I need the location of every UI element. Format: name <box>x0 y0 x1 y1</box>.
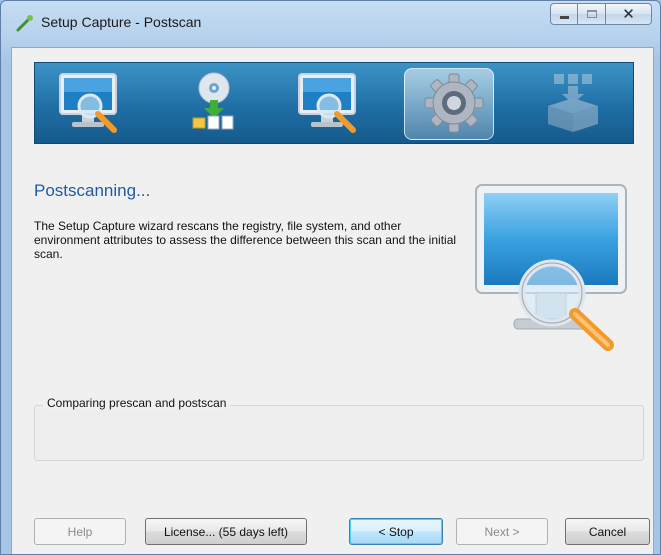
disc-install-icon <box>192 72 234 130</box>
setup-capture-window: Setup Capture - Postscan ✕ Postscanning.… <box>0 0 661 555</box>
close-icon: ✕ <box>622 6 635 23</box>
gear-icon <box>424 73 484 133</box>
cancel-button[interactable]: Cancel <box>565 518 650 545</box>
window-title: Setup Capture - Postscan <box>41 14 202 30</box>
minimize-icon <box>559 15 569 19</box>
monitor-magnifier-icon <box>475 184 627 351</box>
page-heading: Postscanning... <box>34 181 151 200</box>
maximize-icon <box>586 10 597 18</box>
wizard-steps-banner <box>34 62 634 144</box>
caption-buttons: ✕ <box>550 3 652 27</box>
app-wand-icon <box>16 15 33 32</box>
package-box-icon <box>548 74 599 132</box>
stop-button[interactable]: < Stop <box>349 518 443 545</box>
maximize-button[interactable] <box>578 3 606 25</box>
step-postscan <box>274 63 394 143</box>
page-description: The Setup Capture wizard rescans the reg… <box>34 219 457 261</box>
status-label: Comparing prescan and postscan <box>43 396 231 410</box>
step-install <box>155 63 275 143</box>
step-package <box>513 63 633 143</box>
license-button[interactable]: License... (55 days left) <box>145 518 307 545</box>
close-button[interactable]: ✕ <box>606 3 652 25</box>
monitor-magnifier-icon <box>58 73 117 133</box>
step-prescan <box>35 63 155 143</box>
wizard-client-area: Postscanning... The Setup Capture wizard… <box>11 47 654 554</box>
title-bar[interactable]: Setup Capture - Postscan ✕ <box>1 1 660 47</box>
step-processing <box>394 63 514 143</box>
next-button[interactable]: Next > <box>456 518 548 545</box>
monitor-magnifier-icon <box>297 73 356 133</box>
status-groupbox: Comparing prescan and postscan <box>34 396 644 461</box>
minimize-button[interactable] <box>550 3 578 25</box>
help-button[interactable]: Help <box>34 518 126 545</box>
